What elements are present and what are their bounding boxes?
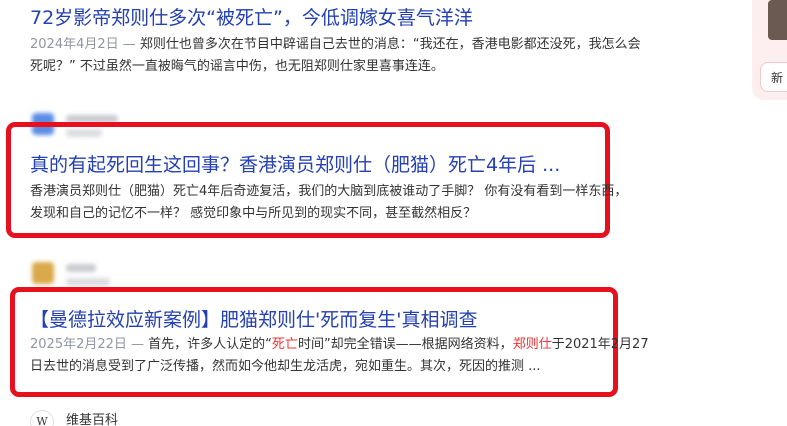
side-pill[interactable]: 新 — [760, 62, 787, 92]
result-3-snippet-mid: 时间”却完全错误——根据网络资料， — [297, 337, 513, 352]
result-1-snippet-line1: 郑则仕也曾多次在节目中辟谣自己去世的消息：“我还在，香港电影都还没死，我怎么会 — [139, 37, 641, 52]
result-3-highlight-2: 郑则仕 — [512, 337, 552, 352]
wikipedia-icon: W — [30, 410, 54, 426]
result-1-snippet-line2: 死呢？” 不过虽然一直被晦气的谣言中伤，也无阻郑则仕家里喜事连连。 — [30, 59, 444, 74]
result-3-date: 2025年2月22日 — — [30, 337, 145, 352]
result-2-snippet-line1: 香港演员郑则仕（肥猫）死亡4年后奇迹复活，我们的大脑到底被谁动了手脚？ 你有没有… — [30, 184, 628, 199]
result-3-snippet: 2025年2月22日 — 首先，许多人认定的“死亡时间”却完全错误——根据网络资… — [30, 334, 730, 378]
result-2-snippet: 香港演员郑则仕（肥猫）死亡4年后奇迹复活，我们的大脑到底被谁动了手脚？ 你有没有… — [30, 181, 670, 225]
result-3-snippet-post: 于2021年2月27 — [551, 337, 649, 352]
result-3-source-icon — [32, 262, 54, 284]
next-source-name[interactable]: 维基百科 — [66, 409, 118, 426]
result-2-snippet-line2: 发现和自己的记忆不一样？ 感觉印象中与所见到的现实不同，甚至截然相反？ — [30, 206, 477, 221]
result-1-title[interactable]: 72岁影帝郑则仕多次“被死亡”，今低调嫁女喜气洋洋 — [30, 6, 473, 30]
result-2-title[interactable]: 真的有起死回生这回事？香港演员郑则仕（肥猫）死亡4年后 ... — [30, 153, 560, 177]
result-3-source-name — [66, 264, 96, 272]
result-3-snippet-pre: 首先，许多人认定的“ — [148, 337, 272, 352]
result-1-date: 2024年4月2日 — — [30, 37, 136, 52]
result-3-title[interactable]: 【曼德拉效应新案例】肥猫郑则仕'死而复生'真相调查 — [30, 308, 477, 332]
result-3-snippet-line2: 日去世的消息受到了广泛传播，然而如今他却生龙活虎，宛如重生。其次，死因的推测 .… — [30, 359, 541, 374]
result-3-source-url — [66, 278, 110, 286]
avatar[interactable] — [768, 0, 787, 40]
wikipedia-icon-glyph: W — [36, 415, 48, 426]
side-pill-label: 新 — [771, 71, 784, 85]
result-1-snippet: 2024年4月2日 — 郑则仕也曾多次在节目中辟谣自己去世的消息：“我还在，香港… — [30, 34, 730, 78]
result-3-highlight-1: 死亡 — [271, 337, 298, 352]
